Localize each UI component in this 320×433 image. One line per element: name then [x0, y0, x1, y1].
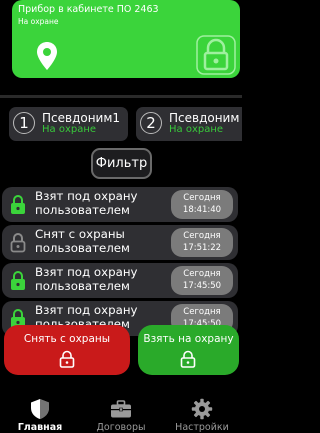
alias-card-2[interactable]: 2 Псевдоним На охране [136, 107, 242, 141]
nav-item-settings[interactable]: Настройки [162, 388, 242, 433]
alias-name: Псевдоним1 [42, 111, 121, 125]
unlock-icon [59, 350, 75, 368]
nav-item-contracts[interactable]: Договоры [81, 388, 161, 433]
device-status-card[interactable]: Прибор в кабинете ПО 2463 На охране [12, 0, 240, 78]
event-item[interactable]: Взят под охрану пользователем Сегодня 17… [2, 263, 238, 298]
nav-item-home[interactable]: Главная [0, 388, 80, 433]
alias-state: На охране [42, 124, 97, 135]
arm-label: Взять на охрану [143, 333, 234, 345]
alias-name: Псевдоним [169, 111, 240, 125]
alias-number-badge: 2 [140, 112, 162, 134]
event-day: Сегодня [183, 231, 221, 241]
nav-label: Договоры [96, 422, 146, 433]
disarm-label: Снять с охраны [23, 333, 111, 345]
gear-icon [191, 398, 213, 420]
unlocked-icon [10, 233, 26, 253]
event-item[interactable]: Снят с охраны пользователем Сегодня 17:5… [2, 225, 238, 260]
event-text: Взят под охрану пользователем [35, 189, 138, 217]
alias-card-1[interactable]: 1 Псевдоним1 На охране [9, 107, 128, 141]
event-time: 18:41:40 [182, 205, 222, 215]
event-item[interactable]: Взят под охрану пользователем Сегодня 18… [2, 187, 238, 222]
nav-label: Настройки [175, 422, 229, 433]
event-timestamp: Сегодня 18:41:40 [171, 190, 233, 219]
filter-button[interactable]: Фильтр [91, 148, 152, 179]
lock-icon [11, 195, 25, 214]
event-text: Снят с охраны пользователем [35, 227, 130, 255]
section-divider [0, 95, 242, 98]
device-status-text: На охране [18, 17, 59, 26]
arm-button[interactable]: Взять на охрану [138, 325, 239, 375]
lock-icon [180, 350, 196, 368]
alias-state: На охране [169, 124, 224, 135]
briefcase-icon [111, 400, 131, 418]
event-timestamp: Сегодня 17:45:50 [171, 266, 233, 295]
event-day: Сегодня [183, 269, 221, 279]
bottom-navigation: Главная Договоры Настройки [0, 388, 242, 433]
event-timestamp: Сегодня 17:51:22 [171, 228, 233, 257]
armed-lock-icon [196, 35, 236, 75]
device-title: Прибор в кабинете ПО 2463 [18, 4, 159, 15]
event-day: Сегодня [183, 307, 221, 317]
nav-label: Главная [17, 422, 63, 433]
lock-icon [11, 271, 25, 290]
event-time: 17:51:22 [182, 243, 222, 253]
location-pin-icon[interactable] [36, 41, 58, 71]
alias-number-badge: 1 [13, 112, 35, 134]
shield-icon [31, 399, 49, 419]
disarm-button[interactable]: Снять с охраны [4, 325, 130, 375]
event-time: 17:45:50 [182, 281, 222, 291]
event-day: Сегодня [183, 193, 221, 203]
event-text: Взят под охрану пользователем [35, 265, 138, 293]
